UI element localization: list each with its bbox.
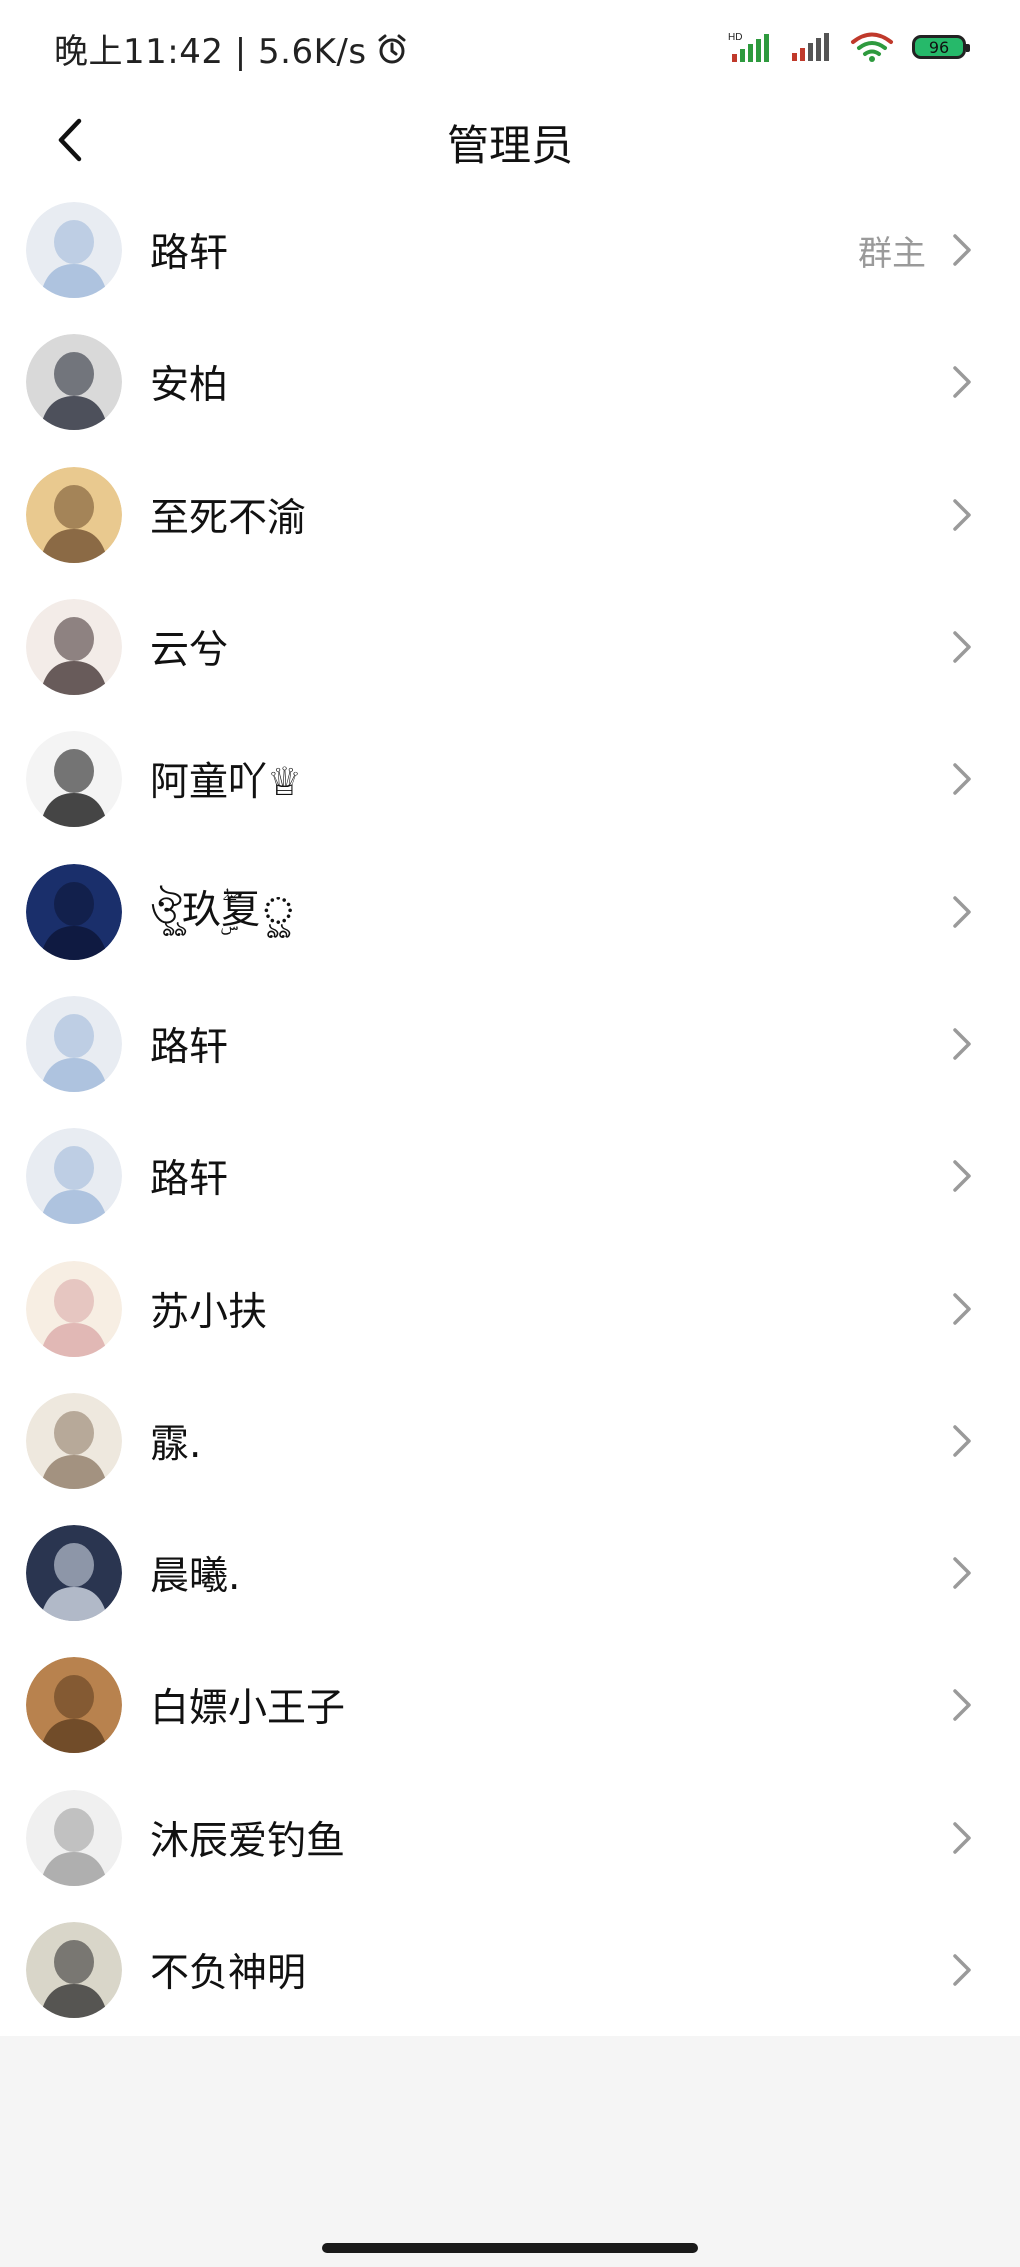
member-avatar[interactable]: [26, 1128, 122, 1225]
member-avatar[interactable]: [26, 863, 122, 960]
member-row[interactable]: 苏小扶: [0, 1242, 1020, 1374]
member-row[interactable]: 至死不渝: [0, 449, 1020, 581]
member-name: 苏小扶: [150, 1289, 268, 1335]
avatar-image: [26, 1789, 122, 1886]
avatar-image: [26, 1128, 122, 1225]
svg-text:HD: HD: [728, 32, 742, 43]
member-role-badge: 群主: [858, 233, 926, 274]
member-avatar[interactable]: [26, 731, 122, 828]
avatar-image: [26, 599, 122, 696]
member-name: 不负神明: [150, 1951, 307, 1996]
chevron-right-icon: [953, 366, 971, 399]
avatar-image: [26, 334, 122, 431]
member-name: 晨曦.: [150, 1554, 241, 1600]
chevron-right-icon: [953, 895, 971, 928]
avatar-image: [26, 1657, 122, 1754]
member-name: 白嫖小王子: [150, 1686, 346, 1732]
member-avatar[interactable]: [26, 1525, 122, 1622]
chevron-right-icon: [953, 1160, 971, 1192]
status-icons: HD 96: [728, 30, 970, 64]
member-name: ঔৣ玖ۣۖ夏ৣ: [150, 887, 297, 933]
member-row[interactable]: 白嫖小王子: [0, 1639, 1020, 1771]
avatar-image: [26, 202, 122, 299]
member-row[interactable]: 不负神明: [0, 1904, 1020, 2036]
member-name: 路轩: [150, 231, 229, 277]
battery-icon: 96: [912, 35, 970, 59]
empty-footer-area: [0, 2054, 1020, 2267]
member-avatar[interactable]: [26, 1922, 122, 2018]
page-title: 管理员: [446, 121, 573, 170]
member-name: 路轩: [150, 1024, 229, 1070]
chevron-right-icon: [953, 1425, 971, 1457]
hd-signal-icon: HD: [728, 32, 769, 62]
status-time-group: 晚上11:42 | 5.6K/s: [54, 24, 409, 73]
avatar-image: [26, 995, 122, 1092]
status-time: 晚上11:42 | 5.6K/s: [54, 32, 367, 72]
member-name: 安柏: [150, 363, 229, 409]
header-bar: 管理员: [0, 96, 1020, 184]
chevron-right-icon: [953, 1821, 971, 1854]
member-avatar[interactable]: [26, 1260, 122, 1357]
signal-icon: [792, 33, 829, 61]
wifi-icon: [851, 32, 893, 62]
member-avatar[interactable]: [26, 1392, 122, 1489]
chevron-right-icon: [953, 763, 971, 796]
avatar-image: [26, 863, 122, 960]
member-avatar[interactable]: [26, 599, 122, 696]
member-avatar[interactable]: [26, 334, 122, 431]
chevron-right-icon: [953, 1954, 971, 1986]
member-name: 沐辰爱钓鱼: [150, 1818, 346, 1864]
avatar-image: [26, 731, 122, 828]
member-row[interactable]: 云兮: [0, 581, 1020, 713]
avatar-image: [26, 1922, 122, 2018]
member-avatar[interactable]: [26, 1789, 122, 1886]
member-row[interactable]: 安柏: [0, 316, 1020, 448]
avatar-image: [26, 1525, 122, 1622]
member-row[interactable]: 路轩: [0, 1110, 1020, 1242]
member-row[interactable]: ঔৣ玖ۣۖ夏ৣ: [0, 845, 1020, 977]
avatar-image: [26, 466, 122, 563]
avatar-image: [26, 1260, 122, 1357]
member-name: 阿童吖♕: [150, 760, 302, 806]
avatar-image: [26, 1392, 122, 1489]
chevron-right-icon: [953, 1292, 971, 1325]
member-row[interactable]: 霡.: [0, 1375, 1020, 1507]
member-avatar[interactable]: [26, 202, 122, 299]
alarm-clock-icon: [378, 34, 406, 63]
battery-level: 96: [928, 37, 950, 57]
chevron-right-icon: [953, 631, 971, 663]
status-bar: 晚上11:42 | 5.6K/s HD 96: [0, 0, 1020, 96]
member-name: 云兮: [150, 628, 229, 674]
home-indicator[interactable]: [322, 2243, 698, 2253]
member-row[interactable]: 沐辰爱钓鱼: [0, 1772, 1020, 1904]
member-avatar[interactable]: [26, 995, 122, 1092]
chevron-right-icon: [953, 498, 971, 531]
member-name: 路轩: [150, 1157, 229, 1203]
member-avatar[interactable]: [26, 1657, 122, 1754]
member-avatar[interactable]: [26, 466, 122, 563]
chevron-right-icon: [953, 1028, 971, 1060]
chevron-right-icon: [953, 1689, 971, 1722]
member-row[interactable]: 晨曦.: [0, 1507, 1020, 1639]
chevron-right-icon: [953, 234, 971, 266]
member-row[interactable]: 路轩 群主: [0, 184, 1020, 316]
member-name: 至死不渝: [150, 495, 307, 541]
member-row[interactable]: 阿童吖♕: [0, 713, 1020, 845]
member-name: 霡.: [150, 1421, 202, 1467]
admin-member-list: 路轩 群主 安柏 至死不渝 云兮 阿童吖♕ ঔৣ玖ۣۖ夏ৣ 路轩 路轩 苏小扶 霡. 晨曦. 白嫖小王子…: [0, 184, 1020, 2037]
member-row[interactable]: 路轩: [0, 978, 1020, 1110]
chevron-right-icon: [953, 1557, 971, 1589]
